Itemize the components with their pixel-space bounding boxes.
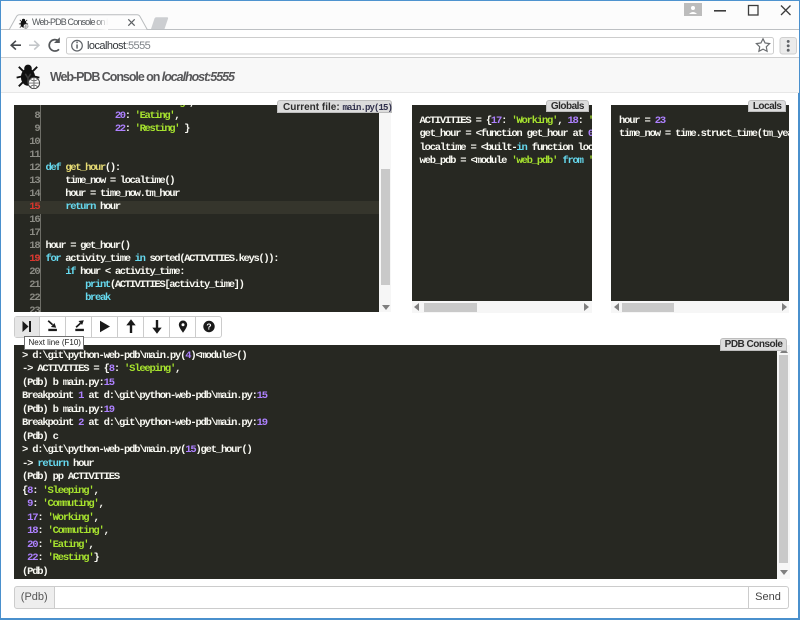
svg-text:?: ? [206,322,211,332]
